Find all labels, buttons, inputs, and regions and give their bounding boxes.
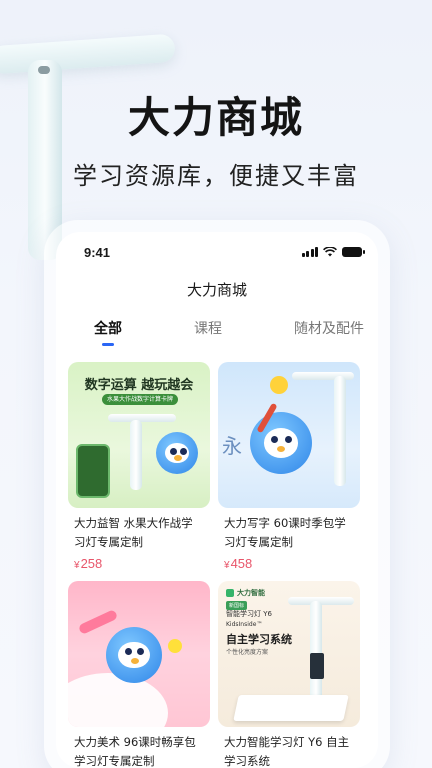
battery-icon [342, 247, 365, 257]
product-image [68, 581, 210, 727]
image-line: 智能学习灯 Y6 [226, 610, 272, 618]
hero-title: 大力商城 [127, 93, 304, 142]
cloud-illustration [68, 673, 168, 727]
tab-courses[interactable]: 课程 [194, 314, 222, 348]
image-pill: 水果大作战数字计算卡牌 [102, 394, 178, 405]
product-price: ¥458 [224, 556, 253, 571]
image-line: 个性化亮度方案 [226, 649, 269, 656]
status-bar: 9:41 [56, 232, 378, 272]
hero-subtitle: 学习资源库，便捷又丰富 [73, 162, 359, 190]
lamp-pole-illustration [310, 601, 322, 701]
mascot-illustration [106, 627, 162, 683]
image-headline: 数字运算 越玩越会 [84, 378, 194, 393]
product-card[interactable]: 永 大力写字 60课时季包学习灯专属定制 ¥458 [218, 362, 360, 571]
product-price: ¥258 [74, 556, 103, 571]
brand-icon [226, 589, 234, 597]
image-line: KidsInside™ [226, 621, 263, 628]
product-grid: 数字运算 越玩越会 水果大作战数字计算卡牌 大力益智 水果大作战学习灯专属定制 … [56, 348, 378, 768]
product-image: 大力智能 新国标 智能学习灯 Y6 KidsInside™ 自主学习系统 个性化… [218, 581, 360, 727]
product-title: 大力美术 96课时畅享包 学习灯专属定制 [74, 735, 196, 768]
product-card[interactable]: 大力美术 96课时畅享包 学习灯专属定制 [68, 581, 210, 768]
background-lamp-sensor [38, 66, 50, 74]
image-line: 自主学习系统 [226, 633, 292, 646]
brand-logo: 大力智能 [226, 588, 265, 598]
background-lamp-arm [0, 33, 176, 75]
product-card[interactable]: 数字运算 越玩越会 水果大作战数字计算卡牌 大力益智 水果大作战学习灯专属定制 … [68, 362, 210, 571]
lamp-pole-illustration [130, 420, 142, 490]
tab-materials-accessories[interactable]: 随材及配件 [294, 314, 364, 348]
page-title: 大力商城 [186, 281, 247, 299]
product-image: 数字运算 越玩越会 水果大作战数字计算卡牌 [68, 362, 210, 508]
lamp-illustration [108, 414, 176, 422]
wifi-icon [323, 247, 337, 257]
lamp-screen-illustration [310, 653, 324, 679]
paint-stroke-illustration [77, 609, 119, 635]
category-tabs: 全部 课程 随材及配件 [56, 314, 378, 348]
calligraphy-character: 永 [222, 434, 242, 458]
cellular-signal-icon [301, 247, 318, 257]
product-title: 大力智能学习灯 Y6 自主学习系统 [224, 735, 350, 768]
chick-illustration [270, 376, 288, 394]
phone-screen: 9:41 大力商城 全部 课程 随材及配件 数字运算 越玩越会 水果大作战数字计… [56, 232, 378, 768]
tab-all[interactable]: 全部 [94, 314, 122, 348]
mascot-illustration [156, 432, 198, 474]
status-icons [301, 247, 365, 257]
mascot-illustration [250, 412, 312, 474]
chick-illustration [168, 639, 182, 653]
product-title: 大力写字 60课时季包学习灯专属定制 [224, 516, 346, 549]
game-card-illustration [76, 444, 110, 498]
lamp-pole-illustration [334, 376, 346, 486]
product-title: 大力益智 水果大作战学习灯专属定制 [74, 516, 193, 549]
phone-frame: 9:41 大力商城 全部 课程 随材及配件 数字运算 越玩越会 水果大作战数字计… [44, 220, 390, 768]
status-time: 9:41 [84, 244, 111, 260]
product-card[interactable]: 大力智能 新国标 智能学习灯 Y6 KidsInside™ 自主学习系统 个性化… [218, 581, 360, 768]
book-illustration [233, 695, 349, 721]
product-image: 永 [218, 362, 360, 508]
